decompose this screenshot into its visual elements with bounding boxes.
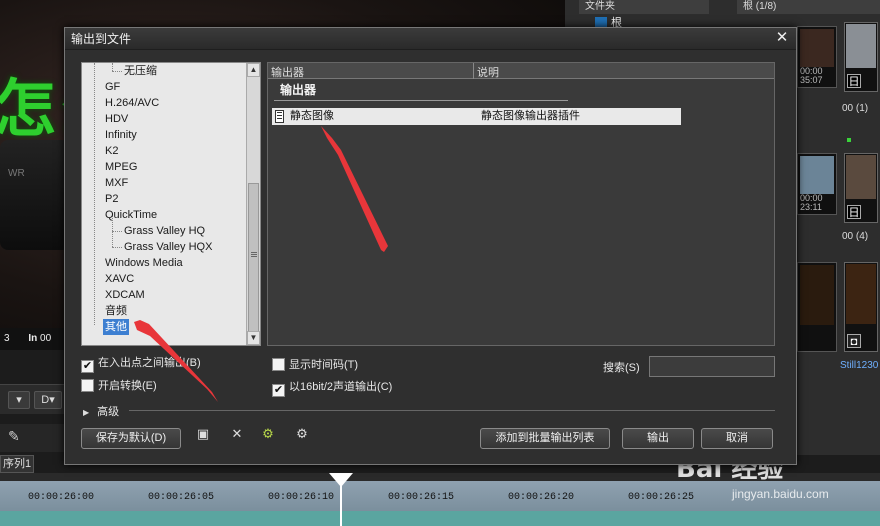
ruler-timecode: 00:00:26:25 [628, 492, 695, 503]
export-to-file-dialog: 输出到文件 ✕ 无压缩 GF H.264/AVC HDV Infinity K2… [64, 27, 797, 465]
add-to-batch-button[interactable]: 添加到批量输出列表 [480, 428, 610, 449]
search-label: 搜索(S) [603, 362, 640, 374]
save-icon[interactable]: ▣ [194, 426, 212, 442]
advanced-toggle[interactable]: ▶ 高级 [83, 403, 119, 419]
video-track[interactable] [0, 511, 880, 526]
bin-thumbnail[interactable]: ◘ [844, 262, 878, 352]
tree-item-quicktime[interactable]: QuickTime [103, 207, 159, 223]
ruler-timecode: 00:00:26:10 [268, 492, 335, 503]
list-group-label: 输出器 [280, 83, 317, 97]
delete-icon[interactable]: ✕ [228, 426, 246, 442]
tree-item-gf[interactable]: GF [103, 79, 122, 95]
tree-item-audio[interactable]: 音频 [103, 303, 129, 319]
export-between-inout-checkbox[interactable]: ✔ 在入出点之间输出(B) [81, 355, 201, 373]
exporter-description: 静态图像输出器插件 [481, 110, 580, 122]
list-header: 输出器 说明 [268, 63, 774, 79]
tree-item-grass-valley-hqx[interactable]: Grass Valley HQX [122, 239, 214, 255]
tree-item-uncompressed[interactable]: 无压缩 [122, 63, 159, 79]
exporter-list: 输出器 说明 输出器 静态图像 静态图像输出器插件 [267, 62, 775, 346]
status-in-value: 00 [40, 333, 52, 344]
tree-item-xavc[interactable]: XAVC [103, 271, 136, 287]
tree-scrollbar[interactable]: ▲ ▼ [246, 63, 260, 345]
timeline-toolbar: ✎ [0, 424, 66, 452]
playhead-handle[interactable] [329, 473, 353, 487]
ruler-timecode: 00:00:26:15 [388, 492, 455, 503]
tree-item-xdcam[interactable]: XDCAM [103, 287, 147, 303]
expand-arrow-icon: ▶ [83, 408, 90, 417]
export-button[interactable]: 输出 [622, 428, 694, 449]
bin-thumbnail[interactable]: 00:00 23:11 [797, 153, 837, 215]
tree-item-p2[interactable]: P2 [103, 191, 120, 207]
tree-item-infinity[interactable]: Infinity [103, 127, 139, 143]
exporter-category-tree[interactable]: 无压缩 GF H.264/AVC HDV Infinity K2 MPEG MX… [81, 62, 261, 346]
tree-item-k2[interactable]: K2 [103, 143, 120, 159]
divider [274, 100, 568, 101]
exporter-name: 静态图像 [290, 110, 334, 122]
thumb-tag: 日 [847, 74, 861, 88]
mark-button[interactable]: D▾ [34, 391, 62, 409]
column-header-exporter[interactable]: 输出器 [271, 64, 304, 80]
bin-thumbnail[interactable]: 00:00 35:07 [797, 26, 837, 88]
bin-thumbnail[interactable]: 日 [844, 153, 878, 223]
watermark-url: jingyan.baidu.com [732, 487, 829, 501]
bin-thumbnail[interactable]: 日 [844, 22, 878, 92]
ruler-timecode: 00:00:26:05 [148, 492, 215, 503]
scrollbar-thumb[interactable] [248, 183, 259, 333]
thumb-tag: 日 [847, 205, 861, 219]
checkbox[interactable]: ✔ [272, 384, 285, 397]
checkbox[interactable]: ✔ [81, 360, 94, 373]
cancel-button[interactable]: 取消 [701, 428, 773, 449]
folder-panel-header: 文件夹 [579, 0, 709, 14]
show-timecode-checkbox[interactable]: 显示时间码(T) [272, 357, 358, 373]
recorder-button[interactable]: ▾ [8, 391, 30, 409]
tree-item-other[interactable]: 其他 [103, 319, 129, 335]
clip-count: 00 (4) [842, 231, 869, 242]
clip-count: 00 (1) [842, 103, 869, 114]
status-timecode: 3 [4, 333, 10, 344]
folder-icon [595, 17, 607, 27]
dialog-title: 输出到文件 [65, 28, 796, 50]
timeline-sequence-tab[interactable]: 序列1 [0, 455, 34, 473]
tree-item-windows-media[interactable]: Windows Media [103, 255, 185, 271]
export-16bit-checkbox[interactable]: ✔ 以16bit/2声道输出(C) [272, 379, 392, 397]
pen-icon[interactable]: ✎ [8, 428, 20, 445]
scroll-up-icon[interactable]: ▲ [247, 63, 260, 77]
device-label: WR [8, 168, 25, 179]
status-dot [847, 138, 851, 142]
status-in-label: In [28, 333, 38, 344]
thumb-timecode: 00:00 23:11 [800, 193, 823, 212]
tree-item-hdv[interactable]: HDV [103, 111, 130, 127]
camera-icon: ◘ [847, 334, 861, 348]
list-item[interactable]: 静态图像 静态图像输出器插件 [272, 108, 681, 125]
export-preset-icon[interactable]: ⚙ [293, 426, 311, 442]
import-preset-icon[interactable]: ⚙ [259, 426, 277, 442]
checkbox[interactable] [81, 379, 94, 392]
ruler-timecode: 00:00:26:00 [28, 492, 95, 503]
scroll-down-icon[interactable]: ▼ [247, 331, 260, 345]
close-icon[interactable]: ✕ [774, 30, 790, 46]
bin-thumbnail[interactable] [797, 262, 837, 352]
search-input[interactable] [649, 356, 775, 377]
tree-item-mpeg[interactable]: MPEG [103, 159, 139, 175]
ruler-timecode: 00:00:26:20 [508, 492, 575, 503]
tree-item-mxf[interactable]: MXF [103, 175, 130, 191]
preview-status-bar: 3 In 00 [0, 328, 66, 350]
film-icon [275, 110, 284, 123]
preview-device-image: WR [0, 140, 70, 250]
still-label: Still1230 [840, 360, 879, 371]
recorder-toolbar: ▾ D▾ [0, 384, 66, 414]
save-default-button[interactable]: 保存为默认(D) [81, 428, 181, 449]
divider [129, 410, 775, 411]
checkbox[interactable] [272, 358, 285, 371]
enable-conversion-checkbox[interactable]: 开启转换(E) [81, 378, 157, 394]
thumb-timecode: 00:00 35:07 [800, 66, 823, 85]
tree-item-h264[interactable]: H.264/AVC [103, 95, 161, 111]
tree-item-grass-valley-hq[interactable]: Grass Valley HQ [122, 223, 207, 239]
column-header-description[interactable]: 说明 [477, 64, 499, 80]
bin-panel-header: 根 (1/8) [737, 0, 880, 14]
